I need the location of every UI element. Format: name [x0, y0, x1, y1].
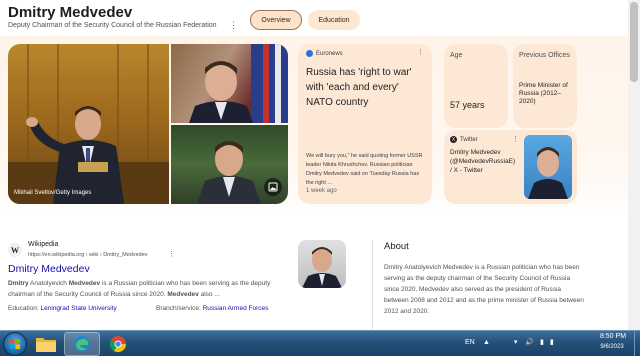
- image-gallery-icon[interactable]: [264, 178, 282, 196]
- chrome-icon: [109, 336, 127, 353]
- show-hidden-icons-icon[interactable]: ▲: [483, 339, 490, 346]
- wikipedia-icon: W: [8, 243, 22, 257]
- speaker-illustration: [8, 44, 169, 204]
- taskbar-chrome[interactable]: [100, 332, 136, 356]
- result-url: https://en.wikipedia.org › wiki › Dmitry…: [28, 252, 148, 258]
- fact-age-value: 57 years: [450, 100, 485, 110]
- profile-illustration: [528, 147, 568, 199]
- page-title: Dmitry Medvedev: [8, 4, 133, 21]
- branch-link[interactable]: Russian Armed Forces: [203, 305, 269, 312]
- search-results-page: Dmitry Medvedev Deputy Chairman of the S…: [0, 0, 640, 356]
- clock-time[interactable]: 8:50 PM: [598, 333, 628, 340]
- show-desktop-button[interactable]: [634, 331, 640, 356]
- column-divider: [372, 240, 373, 330]
- branch-label: Branch/service:: [156, 305, 201, 312]
- twitter-source: X Twitter: [450, 136, 478, 143]
- twitter-text[interactable]: Dmitry Medvedev (@MedvedevRussiaE) / X -…: [450, 148, 516, 175]
- portrait-photo[interactable]: [171, 44, 288, 123]
- battery-icon[interactable]: ▮: [540, 339, 544, 346]
- outdoor-photo[interactable]: [171, 125, 288, 204]
- twitter-card[interactable]: X Twitter ⋮ Dmitry Medvedev (@MedvedevRu…: [444, 130, 577, 204]
- start-button[interactable]: [3, 332, 27, 356]
- result-site-name: Wikipedia: [28, 241, 59, 248]
- main-photo[interactable]: Mikhail Svetlov/Getty Images: [8, 44, 169, 204]
- page-subtitle: Deputy Chairman of the Security Council …: [8, 22, 217, 29]
- result-education: Education: Leningrad State University: [8, 305, 117, 312]
- tab-overview[interactable]: Overview: [250, 10, 302, 30]
- folder-icon: [36, 338, 56, 352]
- snippet-text-3: also ...: [198, 291, 220, 298]
- result-more-icon[interactable]: ⋮: [168, 250, 175, 258]
- result-thumbnail[interactable]: [298, 240, 346, 288]
- result-snippet: Dmitry Anatolyevich Medvedev is a Russia…: [8, 278, 284, 300]
- about-heading: About: [384, 241, 409, 252]
- fact-offices-value: Prime Minister of Russia (2012–2020): [519, 82, 568, 105]
- snippet-bold-3: Medvedev: [167, 291, 199, 298]
- windows-logo-icon: [10, 339, 20, 349]
- news-more-icon[interactable]: ⋮: [417, 48, 424, 56]
- system-tray: ▲ ▾ 🔊 ▮ ▮: [483, 338, 554, 346]
- photo-credit: Mikhail Svetlov/Getty Images: [14, 190, 92, 196]
- snippet-text-1: Anatolyevich: [28, 280, 69, 287]
- fact-offices-label: Previous Offices: [519, 52, 570, 59]
- snippet-bold-2: Medvedev: [68, 280, 101, 287]
- fact-card-offices[interactable]: Previous Offices Prime Minister of Russi…: [513, 44, 577, 128]
- news-snippet: We will bury you," he said quoting forme…: [306, 153, 423, 186]
- twitter-more-icon[interactable]: ⋮: [512, 135, 519, 143]
- twitter-source-label: Twitter: [460, 136, 478, 143]
- language-indicator[interactable]: EN: [465, 339, 475, 346]
- notification-icon[interactable]: ▮: [550, 339, 554, 346]
- news-source-label: Euronews: [316, 50, 343, 57]
- about-text: Dmitry Anatolyevich Medvedev is a Russia…: [384, 264, 584, 315]
- news-source: Euronews: [306, 50, 343, 57]
- network-icon[interactable]: ▾: [514, 339, 518, 346]
- thumbnail-illustration: [302, 247, 342, 288]
- fact-card-age[interactable]: Age 57 years: [444, 44, 508, 128]
- scrollbar-thumb[interactable]: [630, 2, 638, 82]
- snippet-bold-1: Dmitry: [8, 280, 29, 287]
- volume-icon[interactable]: 🔊: [525, 339, 534, 346]
- news-headline[interactable]: Russia has 'right to war' with 'each and…: [306, 65, 426, 110]
- portrait-illustration: [189, 44, 288, 123]
- taskbar-folder[interactable]: [28, 332, 64, 356]
- news-card[interactable]: Euronews ⋮ Russia has 'right to war' wit…: [298, 44, 432, 204]
- twitter-profile-image: [524, 135, 572, 199]
- clock-date[interactable]: 9/6/2023: [593, 344, 631, 350]
- image-icon: [268, 182, 278, 192]
- more-vert-icon[interactable]: ⋮: [229, 20, 238, 31]
- result-branch: Branch/service: Russian Armed Forces: [156, 305, 268, 312]
- fact-age-label: Age: [450, 52, 463, 59]
- euronews-icon: [306, 50, 313, 57]
- news-time: 1 week ago: [306, 188, 337, 194]
- tab-education[interactable]: Education: [308, 10, 360, 30]
- education-label: Education:: [8, 305, 39, 312]
- edge-icon: [74, 336, 90, 352]
- x-logo-icon: X: [450, 136, 457, 143]
- photo-collage[interactable]: Mikhail Svetlov/Getty Images: [8, 44, 288, 204]
- result-title-link[interactable]: Dmitry Medvedev: [8, 263, 90, 275]
- education-link[interactable]: Leningrad State University: [41, 305, 117, 312]
- taskbar-edge[interactable]: [64, 332, 100, 356]
